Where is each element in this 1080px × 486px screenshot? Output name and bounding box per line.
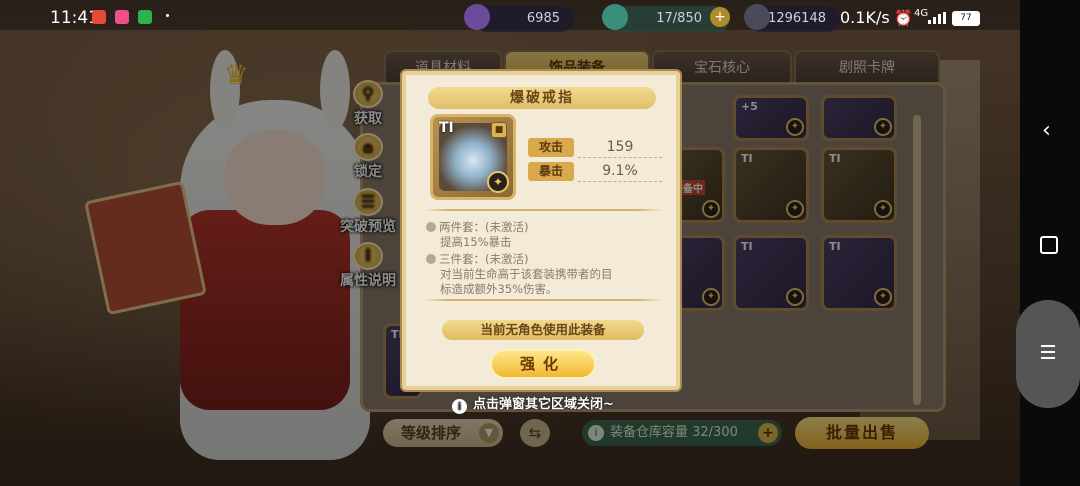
set-three-desc-2: 标造成额外35%伤害。 xyxy=(440,282,558,296)
game-scene: ♛ 道具材料 饰品装备 宝石核心 剧照卡牌 +5 ✦ ✦ 装备中 ✦ TI ✦ … xyxy=(0,0,1080,486)
more-notifications-icon xyxy=(166,14,169,17)
item-tier: TI xyxy=(439,120,454,136)
set-bonus-two: 两件套：(未激活) 提高15%暴击 xyxy=(426,220,662,250)
no-user-note: 当前无角色使用此装备 xyxy=(442,320,644,340)
set-bullet-icon xyxy=(426,222,436,232)
set-two-desc: 提高15%暴击 xyxy=(440,235,512,249)
set-three-desc-1: 对当前生命高于该套装携带者的目 xyxy=(440,267,613,281)
item-detail-modal: 爆破戒指 TI ■ ✦ 攻击 159 暴击 9.1% 两件套：(未激活) 提高1… xyxy=(402,71,680,390)
signal-icon xyxy=(928,12,946,24)
close-hint: i 点击弹窗其它区域关闭~ xyxy=(452,393,614,414)
status-bar: 11:41 0.1K/s ⏰ 4G 77 xyxy=(0,0,1080,36)
app-notification-icon xyxy=(115,10,129,24)
stat-label-crit: 暴击 xyxy=(528,162,574,181)
menu-icon[interactable] xyxy=(1041,345,1055,363)
back-icon[interactable]: ‹ xyxy=(1042,118,1051,143)
battery-level: 77 xyxy=(952,11,980,26)
star-icon: ✦ xyxy=(487,171,509,193)
network-type: 4G xyxy=(914,8,929,19)
stat-value-attack: 159 xyxy=(578,138,662,158)
divider xyxy=(424,209,662,211)
info-icon: i xyxy=(452,399,467,414)
divider xyxy=(424,299,662,301)
home-icon[interactable] xyxy=(1040,236,1058,254)
item-name: 爆破戒指 xyxy=(428,87,656,109)
app-notification-icon xyxy=(92,10,106,24)
set-two-head: 两件套：(未激活) xyxy=(439,220,529,234)
wechat-icon xyxy=(138,10,152,24)
close-hint-text: 点击弹窗其它区域关闭~ xyxy=(473,397,614,412)
alarm-icon: ⏰ xyxy=(894,9,913,27)
enhance-button[interactable]: 强化 xyxy=(490,349,596,379)
set-bonus-three: 三件套：(未激活) 对当前生命高于该套装携带者的目 标造成额外35%伤害。 xyxy=(426,252,662,297)
network-speed: 0.1K/s xyxy=(840,8,890,27)
item-icon-card: TI ■ ✦ xyxy=(430,114,516,200)
stat-value-crit: 9.1% xyxy=(578,162,662,182)
lock-icon: ■ xyxy=(491,122,507,138)
stat-label-attack: 攻击 xyxy=(528,138,574,157)
set-bullet-icon xyxy=(426,254,436,264)
set-three-head: 三件套：(未激活) xyxy=(439,252,529,266)
